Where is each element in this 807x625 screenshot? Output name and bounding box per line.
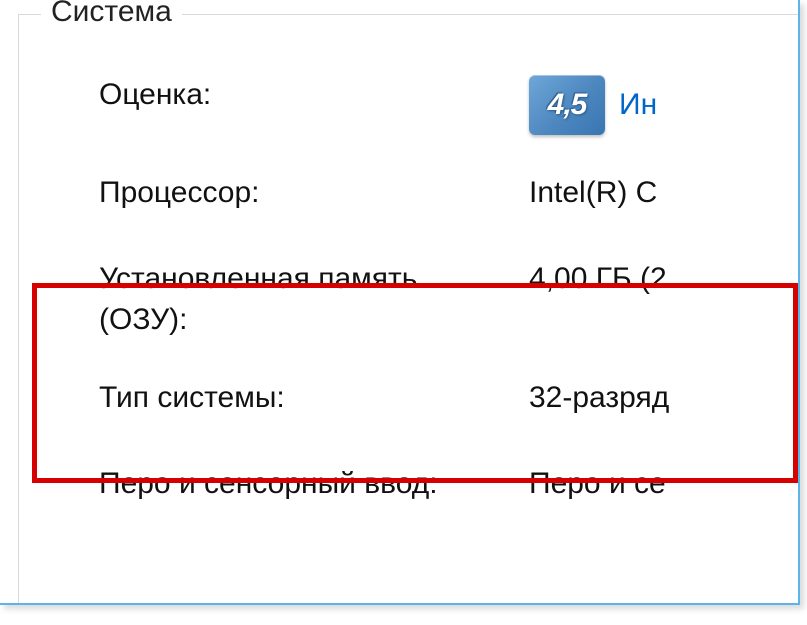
group-title: Система <box>41 0 182 29</box>
system-properties-panel: Система Оценка: 4,5 Ин Процессор: Intel(… <box>0 0 800 605</box>
pen-touch-label: Перо и сенсорный ввод: <box>99 464 529 505</box>
row-system-type: Тип системы: 32-разряд <box>99 378 798 426</box>
processor-label: Процессор: <box>99 173 529 214</box>
memory-label: Установленная память (ОЗУ): <box>99 259 529 340</box>
row-rating: Оценка: 4,5 Ин <box>99 75 798 135</box>
wei-link[interactable]: Ин <box>619 85 657 126</box>
row-processor: Процессор: Intel(R) C <box>99 173 798 221</box>
system-info-content: Оценка: 4,5 Ин Процессор: Intel(R) C Уст… <box>19 15 798 512</box>
rating-value: 4,5 Ин <box>529 75 657 135</box>
row-pen-touch: Перо и сенсорный ввод: Перо и се <box>99 464 798 512</box>
wei-badge[interactable]: 4,5 <box>529 75 605 135</box>
rating-label: Оценка: <box>99 75 529 116</box>
processor-value: Intel(R) C <box>529 173 657 214</box>
system-group: Система Оценка: 4,5 Ин Процессор: Intel(… <box>18 14 798 603</box>
row-memory: Установленная память (ОЗУ): 4,00 ГБ (2 <box>99 259 798 340</box>
system-type-label: Тип системы: <box>99 378 529 419</box>
pen-touch-value: Перо и се <box>529 464 666 505</box>
system-type-value: 32-разряд <box>529 378 669 419</box>
memory-value: 4,00 ГБ (2 <box>529 259 667 300</box>
wei-score: 4,5 <box>548 85 587 126</box>
